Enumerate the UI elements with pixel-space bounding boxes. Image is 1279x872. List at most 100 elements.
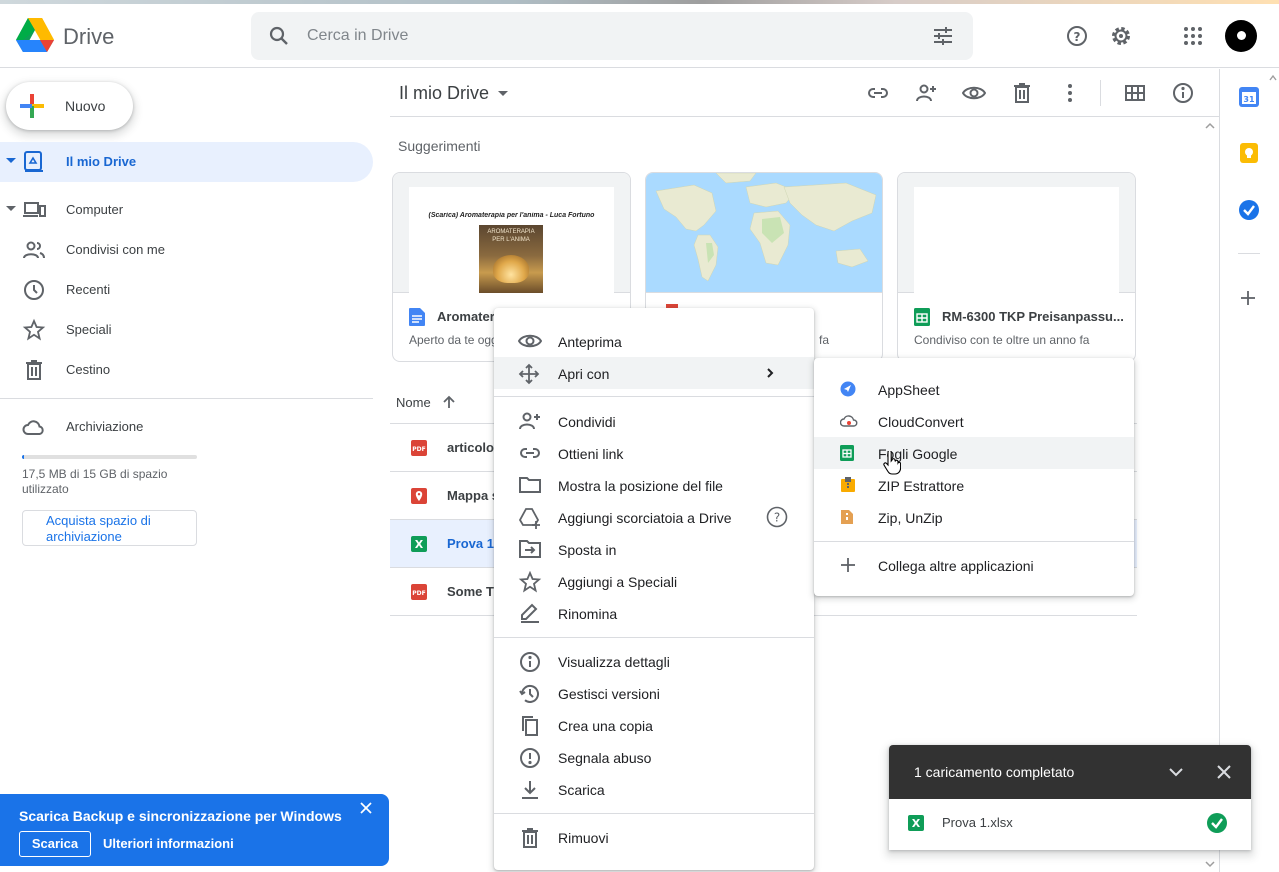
sidebar-item-computer[interactable]: Computer xyxy=(0,190,373,230)
report-icon xyxy=(518,747,542,769)
calendar-icon[interactable]: 31 xyxy=(1238,86,1260,108)
sidebar-item-storage[interactable]: Archiviazione xyxy=(0,407,373,447)
card-file-name: RM-6300 TKP Preisanpassu... xyxy=(942,309,1124,324)
move-to-folder-icon xyxy=(518,539,542,559)
menu-item-manage-versions[interactable]: Gestisci versioni xyxy=(494,677,814,709)
menu-item-make-copy[interactable]: Crea una copia xyxy=(494,709,814,741)
page-title[interactable]: Il mio Drive xyxy=(399,83,489,104)
submenu-item-cloudconvert[interactable]: CloudConvert xyxy=(814,405,1134,437)
sidebar-item-recent[interactable]: Recenti xyxy=(0,270,373,310)
menu-item-add-shortcut[interactable]: Aggiungi scorciatoia a Drive ? xyxy=(494,501,814,533)
menu-item-label: ZIP Estrattore xyxy=(878,478,965,494)
folder-icon xyxy=(518,475,542,495)
sort-arrow-up-icon[interactable] xyxy=(442,395,456,409)
app-name: Drive xyxy=(63,24,115,49)
svg-text:X: X xyxy=(912,817,921,830)
sidebar-item-trash[interactable]: Cestino xyxy=(0,350,373,390)
menu-item-remove[interactable]: Rimuovi xyxy=(494,821,814,853)
search-options-icon[interactable] xyxy=(931,24,955,48)
drive-logo-icon[interactable] xyxy=(16,18,54,52)
menu-item-move-to[interactable]: Sposta in xyxy=(494,533,814,565)
help-icon[interactable]: ? xyxy=(1057,16,1097,56)
menu-item-view-details[interactable]: Visualizza dettagli xyxy=(494,645,814,677)
search-box[interactable] xyxy=(251,12,973,60)
menu-item-get-link[interactable]: Ottieni link xyxy=(494,437,814,469)
rail-divider xyxy=(1238,253,1260,254)
chevron-down-icon[interactable] xyxy=(1167,763,1185,781)
banner-download-button[interactable]: Scarica xyxy=(19,831,91,857)
menu-item-preview[interactable]: Anteprima xyxy=(494,325,814,357)
menu-item-show-location[interactable]: Mostra la posizione del file xyxy=(494,469,814,501)
computer-icon xyxy=(22,198,46,222)
menu-item-add-starred[interactable]: Aggiungi a Speciali xyxy=(494,565,814,597)
submenu-item-zip-extractor[interactable]: ZIP Estrattore xyxy=(814,469,1134,501)
upload-status-panel: 1 caricamento completato X Prova 1.xlsx xyxy=(889,745,1251,850)
upload-file-name[interactable]: Prova 1.xlsx xyxy=(942,815,1013,830)
menu-item-label: Rinomina xyxy=(558,606,618,622)
preview-eye-icon[interactable] xyxy=(958,77,990,109)
sheets-icon xyxy=(914,308,930,326)
close-icon[interactable] xyxy=(360,802,372,814)
add-addon-plus-icon[interactable] xyxy=(1240,290,1256,306)
grid-view-icon[interactable] xyxy=(1119,77,1151,109)
sidebar-item-starred[interactable]: Speciali xyxy=(0,310,373,350)
search-input[interactable] xyxy=(307,22,907,50)
share-person-add-icon[interactable] xyxy=(910,77,942,109)
open-with-submenu: AppSheet CloudConvert Fogli Google ZIP E… xyxy=(814,358,1134,596)
sidebar-item-label: Cestino xyxy=(66,362,111,377)
menu-item-label: Sposta in xyxy=(558,542,617,558)
sheets-icon xyxy=(840,445,854,461)
submenu-item-connect-more[interactable]: Collega altre applicazioni xyxy=(814,549,1134,581)
menu-item-label: Collega altre applicazioni xyxy=(878,558,1034,574)
menu-item-share[interactable]: Condividi xyxy=(494,405,814,437)
apps-grid-icon[interactable] xyxy=(1173,16,1213,56)
more-vert-icon[interactable] xyxy=(1054,77,1086,109)
sidebar-item-my-drive[interactable]: Il mio Drive xyxy=(0,142,373,182)
suggestion-card[interactable]: RM-6300 TKP Preisanpassu... Condiviso co… xyxy=(897,172,1136,362)
settings-gear-icon[interactable] xyxy=(1101,16,1141,56)
menu-item-label: Crea una copia xyxy=(558,718,653,734)
expand-caret-icon[interactable] xyxy=(6,158,16,163)
account-avatar[interactable] xyxy=(1225,20,1257,52)
excel-icon: X xyxy=(908,815,924,831)
menu-divider xyxy=(494,813,814,814)
banner-more-info-link[interactable]: Ulteriori informazioni xyxy=(103,836,234,851)
svg-text:PDF: PDF xyxy=(412,446,425,453)
menu-item-rename[interactable]: Rinomina xyxy=(494,597,814,629)
menu-item-report-abuse[interactable]: Segnala abuso xyxy=(494,741,814,773)
new-button-label: Nuovo xyxy=(65,98,106,114)
menu-item-download[interactable]: Scarica xyxy=(494,773,814,805)
suggestions-title: Suggerimenti xyxy=(398,138,481,154)
menu-item-open-with[interactable]: Apri con xyxy=(494,357,814,389)
upload-panel-header: 1 caricamento completato xyxy=(889,745,1251,799)
tasks-icon[interactable] xyxy=(1238,199,1260,221)
search-icon[interactable] xyxy=(267,24,291,48)
eye-icon xyxy=(518,331,542,351)
file-name: Mappa s xyxy=(447,488,500,503)
new-button[interactable]: Nuovo xyxy=(6,82,133,130)
rail-scrollbar-arrow[interactable] xyxy=(1266,69,1279,872)
card-thumbnail xyxy=(898,173,1135,293)
info-icon[interactable] xyxy=(1167,77,1199,109)
backup-sync-banner: Scarica Backup e sincronizzazione per Wi… xyxy=(0,794,389,866)
close-icon[interactable] xyxy=(1215,763,1233,781)
edit-pencil-icon xyxy=(518,603,542,623)
menu-item-label: Condividi xyxy=(558,414,616,430)
sidebar-item-shared-with-me[interactable]: Condivisi con me xyxy=(0,230,373,270)
storage-usage-text: 17,5 MB di 15 GB di spazio utilizzato xyxy=(22,467,168,496)
help-icon[interactable]: ? xyxy=(766,506,788,528)
submenu-item-google-sheets[interactable]: Fogli Google xyxy=(814,437,1134,469)
map-pin-icon xyxy=(411,488,427,504)
trash-icon[interactable] xyxy=(1006,77,1038,109)
zip-extractor-icon xyxy=(840,477,856,493)
buy-storage-button[interactable]: Acquista spazio di archiviazione xyxy=(22,510,197,546)
link-icon[interactable] xyxy=(862,77,894,109)
submenu-item-zip-unzip[interactable]: Zip, UnZip xyxy=(814,501,1134,533)
submenu-item-appsheet[interactable]: AppSheet xyxy=(814,373,1134,405)
menu-divider xyxy=(494,396,814,397)
expand-caret-icon[interactable] xyxy=(6,206,16,211)
column-header-name[interactable]: Nome xyxy=(396,395,455,410)
keep-icon[interactable] xyxy=(1238,142,1260,164)
title-dropdown-caret-icon[interactable] xyxy=(498,91,508,96)
sidebar-item-label: Il mio Drive xyxy=(66,154,137,169)
